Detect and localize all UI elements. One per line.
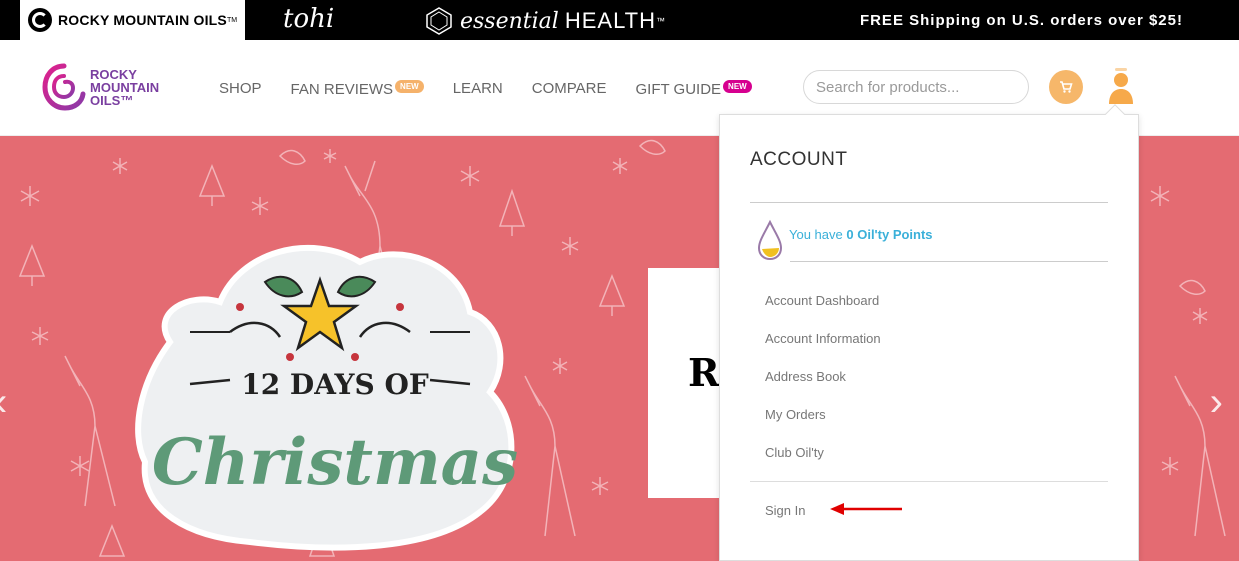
chevron-left-icon[interactable]: ‹ [0, 380, 7, 425]
logo-line-2: MOUNTAIN [90, 79, 160, 95]
logo-line-3: OILS™ [90, 92, 134, 108]
nav-compare[interactable]: COMPARE [532, 80, 607, 98]
brand-rmo-tm: TM [226, 16, 238, 24]
oilty-points[interactable]: You have 0 Oil'ty Points [756, 219, 933, 261]
brand-tohi-link[interactable]: tohi [283, 4, 334, 34]
brand-eh-tm: ™ [656, 16, 665, 26]
nav-fan-reviews-label: FAN REVIEWS [290, 81, 394, 98]
cart-button[interactable] [1049, 70, 1083, 104]
account-title: ACCOUNT [750, 149, 848, 170]
annotation-arrow-icon [830, 503, 902, 515]
account-dashboard-link[interactable]: Account Dashboard [765, 293, 879, 308]
address-book-link[interactable]: Address Book [765, 369, 846, 384]
12-days-of-christmas-sticker: 12 DAYS OF Christmas [135, 245, 518, 551]
hexagon-icon [426, 7, 452, 35]
rmo-logo-icon [28, 8, 52, 32]
new-badge: NEW [723, 80, 752, 93]
logo-mark-icon [42, 63, 86, 111]
nav-gift-guide-label: GIFT GUIDE [635, 81, 722, 98]
brand-rmo-label: ROCKY MOUNTAIN OILS [58, 12, 227, 28]
new-badge: NEW [395, 80, 424, 93]
site-logo[interactable]: ROCKY MOUNTAIN OILS™ [42, 62, 159, 112]
my-orders-link[interactable]: My Orders [765, 407, 826, 422]
cart-icon [1060, 81, 1073, 93]
club-oilty-link[interactable]: Club Oil'ty [765, 445, 824, 460]
logo-text: ROCKY MOUNTAIN OILS™ [90, 68, 159, 107]
sticker-line-2: Christmas [152, 425, 518, 500]
points-prefix: You have [789, 227, 843, 242]
nav-fan-reviews[interactable]: FAN REVIEWS NEW [291, 80, 424, 98]
points-text: You have 0 Oil'ty Points [789, 227, 933, 242]
user-icon[interactable] [1106, 68, 1136, 106]
search-input[interactable] [803, 70, 1029, 104]
sticker-line-1: 12 DAYS OF [241, 368, 429, 401]
divider [750, 202, 1108, 203]
brand-bar: ROCKY MOUNTAIN OILS TM tohi essential HEA… [0, 0, 1239, 40]
divider [790, 261, 1108, 262]
main-nav: SHOP FAN REVIEWS NEW LEARN COMPARE GIFT G… [219, 80, 781, 98]
nav-learn[interactable]: LEARN [453, 80, 503, 98]
nav-gift-guide[interactable]: GIFT GUIDE NEW [635, 80, 752, 98]
logo-line-1: ROCKY [90, 66, 137, 82]
sign-in-link[interactable]: Sign In [765, 503, 805, 518]
brand-rocky-mountain-oils-link[interactable]: ROCKY MOUNTAIN OILS TM [20, 0, 245, 40]
account-dropdown: ACCOUNT You have 0 Oil'ty Points Account… [719, 104, 1139, 561]
oil-drop-icon [757, 219, 783, 261]
account-information-link[interactable]: Account Information [765, 331, 881, 346]
nav-shop[interactable]: SHOP [219, 80, 262, 98]
brand-eh-health: HEALTH [564, 8, 656, 33]
brand-eh-essential: essential [460, 8, 559, 34]
brand-essential-health-link[interactable]: essential HEALTH ™ [424, 6, 665, 36]
divider [750, 481, 1108, 482]
points-value: 0 Oil'ty Points [846, 227, 933, 242]
free-shipping-banner: FREE Shipping on U.S. orders over $25! [859, 12, 1183, 29]
chevron-right-icon[interactable]: › [1210, 380, 1223, 425]
